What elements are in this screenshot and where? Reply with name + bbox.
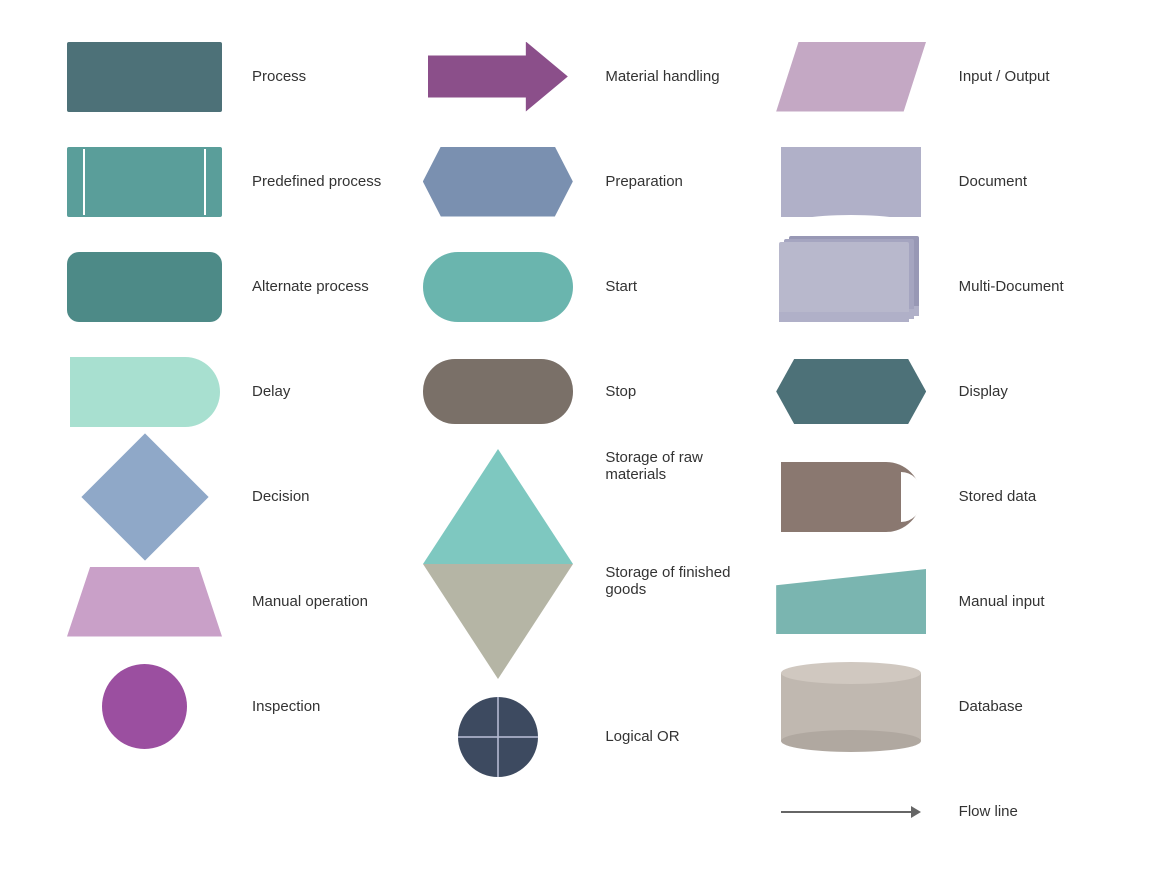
decision-shape: [81, 433, 208, 560]
row-database: Database: [764, 659, 1117, 754]
stored-data-label: Stored data: [959, 488, 1117, 505]
alternate-shape: [67, 252, 222, 322]
db-bottom: [781, 730, 921, 752]
shape-preparation-container: [410, 147, 585, 217]
inspection-shape: [102, 664, 187, 749]
process-shape: [67, 42, 222, 112]
manual-input-label: Manual input: [959, 593, 1117, 610]
shape-delay-container: [57, 357, 232, 427]
row-predefined: Predefined process: [57, 134, 410, 229]
diagram-container: Process Predefined process Alternate pro…: [37, 9, 1137, 879]
display-label: Display: [959, 383, 1117, 400]
shape-material-handling-container: [410, 42, 585, 112]
row-alternate: Alternate process: [57, 239, 410, 334]
db-top: [781, 662, 921, 684]
multidoc-label: Multi-Document: [959, 278, 1117, 295]
flow-line-body: [781, 811, 911, 813]
shape-stop-container: [410, 359, 585, 424]
column-2: Material handling Preparation Start Stop: [410, 29, 763, 859]
document-label: Document: [959, 173, 1117, 190]
row-preparation: Preparation: [410, 134, 763, 229]
row-logical-or: Logical OR: [410, 689, 763, 784]
shape-inspection-container: [57, 664, 232, 749]
storage-raw-label: Storage of rawmaterials: [605, 449, 730, 564]
row-start: Start: [410, 239, 763, 334]
row-document: Document: [764, 134, 1117, 229]
row-inspection: Inspection: [57, 659, 410, 754]
input-output-label: Input / Output: [959, 68, 1117, 85]
stored-data-shape: [781, 462, 921, 532]
start-label: Start: [605, 278, 763, 295]
decision-label: Decision: [252, 488, 410, 505]
manual-op-label: Manual operation: [252, 593, 410, 610]
row-input-output: Input / Output: [764, 29, 1117, 124]
predefined-label: Predefined process: [252, 173, 410, 190]
shape-predefined-container: [57, 147, 232, 217]
predefined-shape: [67, 147, 222, 217]
flow-line-label: Flow line: [959, 803, 1117, 820]
shape-decision-container: [57, 452, 232, 542]
doc-wave: [781, 207, 921, 217]
input-output-shape: [776, 42, 926, 112]
shape-alternate-container: [57, 252, 232, 322]
shape-stored-data-container: [764, 462, 939, 532]
shape-document-container: [764, 147, 939, 217]
process-label: Process: [252, 68, 410, 85]
row-material-handling: Material handling: [410, 29, 763, 124]
start-shape: [423, 252, 573, 322]
delay-shape: [70, 357, 220, 427]
manual-op-shape: [67, 567, 222, 637]
column-1: Process Predefined process Alternate pro…: [57, 29, 410, 859]
row-multidoc: Multi-Document: [764, 239, 1117, 334]
alternate-label: Alternate process: [252, 278, 410, 295]
storage-raw-shape: [423, 449, 573, 564]
flow-line-shape: [781, 806, 921, 818]
shape-storage-container: [410, 449, 585, 679]
material-handling-label: Material handling: [605, 68, 763, 85]
shape-display-container: [764, 359, 939, 424]
row-process: Process: [57, 29, 410, 124]
shape-process-container: [57, 42, 232, 112]
row-flow-line: Flow line: [764, 764, 1117, 859]
multidoc-shape: [779, 242, 924, 332]
stop-label: Stop: [605, 383, 763, 400]
material-handling-shape: [428, 42, 568, 112]
multidoc-front: [779, 242, 909, 314]
column-3: Input / Output Document Multi-Document: [764, 29, 1117, 859]
row-display: Display: [764, 344, 1117, 439]
row-decision: Decision: [57, 449, 410, 544]
preparation-shape: [423, 147, 573, 217]
shape-database-container: [764, 662, 939, 752]
doc-body: [781, 147, 921, 207]
database-shape: [781, 662, 921, 752]
manual-input-shape: [776, 569, 926, 634]
shape-input-output-container: [764, 42, 939, 112]
delay-label: Delay: [252, 383, 410, 400]
database-label: Database: [959, 698, 1117, 715]
row-stop: Stop: [410, 344, 763, 439]
shape-manual-input-container: [764, 569, 939, 634]
logical-or-line-v: [497, 697, 499, 777]
storage-finished-shape: [423, 564, 573, 679]
row-manual-input: Manual input: [764, 554, 1117, 649]
shape-flow-line-container: [764, 806, 939, 818]
storage-finished-label: Storage of finishedgoods: [605, 564, 730, 679]
shape-manual-op-container: [57, 567, 232, 637]
display-shape: [776, 359, 926, 424]
shape-logical-or-container: [410, 697, 585, 777]
shape-multidoc-container: [764, 242, 939, 332]
flow-line-arrow: [911, 806, 921, 818]
document-shape: [781, 147, 921, 217]
shape-start-container: [410, 252, 585, 322]
logical-or-shape: [458, 697, 538, 777]
row-manual-op: Manual operation: [57, 554, 410, 649]
row-delay: Delay: [57, 344, 410, 439]
logical-or-label: Logical OR: [605, 728, 763, 745]
preparation-label: Preparation: [605, 173, 763, 190]
inspection-label: Inspection: [252, 698, 410, 715]
stop-shape: [423, 359, 573, 424]
row-stored-data: Stored data: [764, 449, 1117, 544]
